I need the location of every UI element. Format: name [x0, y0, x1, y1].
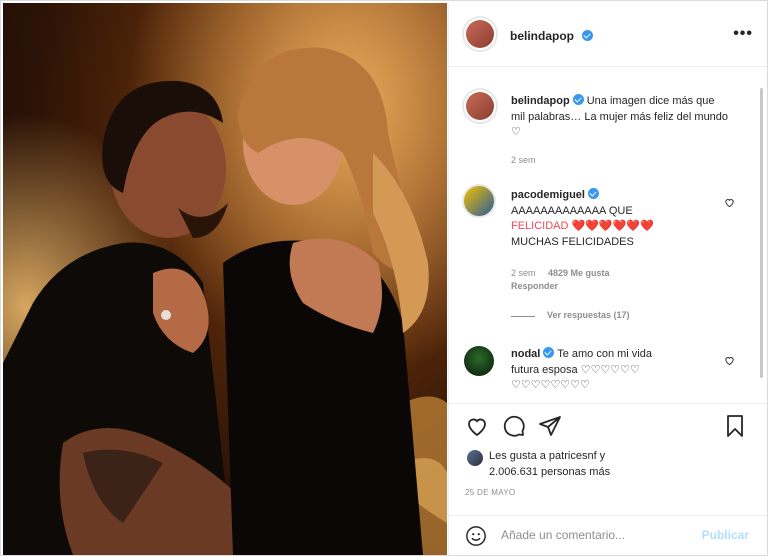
comment-likes[interactable]: 4829 Me gusta [548, 268, 610, 278]
comments-scrollbar[interactable] [760, 88, 763, 378]
post-side-panel: belindapop ••• belindapop Una imagen dic… [448, 3, 767, 555]
bookmark-icon[interactable] [723, 414, 747, 438]
emoji-icon[interactable] [465, 525, 487, 547]
like-comment-heart-icon[interactable] [724, 197, 735, 208]
comment-input[interactable]: Añade un comentario... [501, 528, 625, 542]
verified-badge-icon [543, 347, 555, 358]
reply-button[interactable]: Responder [511, 281, 558, 291]
comment-line: ♡♡♡♡♡♡♡♡ [511, 379, 590, 391]
view-replies-button[interactable]: Ver respuestas (17) [547, 310, 630, 320]
replies-divider [511, 316, 535, 317]
caption-time[interactable]: 2 sem [511, 155, 536, 165]
liker-avatar[interactable] [467, 450, 483, 466]
verified-badge-icon [572, 94, 584, 105]
like-comment-heart-icon[interactable] [724, 355, 735, 366]
comment-line: Te amo con mi vida [557, 348, 652, 360]
post-actions: Les gusta a patricesnf y 2.006.631 perso… [449, 403, 767, 515]
publish-button[interactable]: Publicar [702, 528, 749, 542]
add-comment-bar: Añade un comentario... Publicar [449, 515, 767, 555]
comment-line: MUCHAS FELICIDADES [511, 235, 634, 248]
post-frame: belindapop ••• belindapop Una imagen dic… [0, 0, 768, 556]
verified-badge-icon [587, 188, 599, 199]
post-header: belindapop ••• [449, 3, 767, 67]
likes-line1: Les gusta a patricesnf y [489, 450, 606, 462]
comment-line: AAAAAAAAAAAAA QUE [511, 204, 633, 217]
caption-username[interactable]: belindapop [511, 95, 570, 107]
comment-icon[interactable] [502, 414, 526, 438]
comment-avatar[interactable] [464, 346, 494, 376]
comment-text: pacodemiguel AAAAAAAAAAAAA QUE FELICIDAD… [511, 188, 711, 250]
photo-illustration [3, 3, 447, 555]
avatar[interactable] [466, 20, 494, 48]
verified-badge-icon [582, 30, 593, 41]
likes-summary[interactable]: Les gusta a patricesnf y 2.006.631 perso… [489, 448, 610, 480]
post-photo[interactable] [3, 3, 447, 555]
share-icon[interactable] [538, 414, 562, 438]
more-horizontal-icon[interactable]: ••• [733, 25, 753, 43]
post-date[interactable]: 25 DE MAYO [465, 488, 515, 497]
likes-line2: 2.006.631 personas más [489, 466, 611, 478]
header-username[interactable]: belindapop [510, 29, 574, 43]
comments-section[interactable]: belindapop Una imagen dice más que mil p… [449, 68, 767, 402]
caption-avatar[interactable] [466, 92, 494, 120]
comment-line: futura esposa ♡♡♡♡♡♡ [511, 363, 640, 376]
comment-avatar[interactable] [462, 184, 496, 218]
comment-username[interactable]: nodal [511, 348, 540, 360]
comment-time[interactable]: 2 sem [511, 268, 536, 278]
comment-text: nodal Te amo con mi vida futura esposa ♡… [511, 347, 711, 394]
caption-text: belindapop Una imagen dice más que mil p… [511, 94, 731, 141]
comment-username[interactable]: pacodemiguel [511, 189, 585, 201]
heart-icon[interactable] [465, 414, 489, 438]
comment-line: FELICIDAD ❤️❤️❤️❤️❤️❤️ [511, 220, 654, 232]
